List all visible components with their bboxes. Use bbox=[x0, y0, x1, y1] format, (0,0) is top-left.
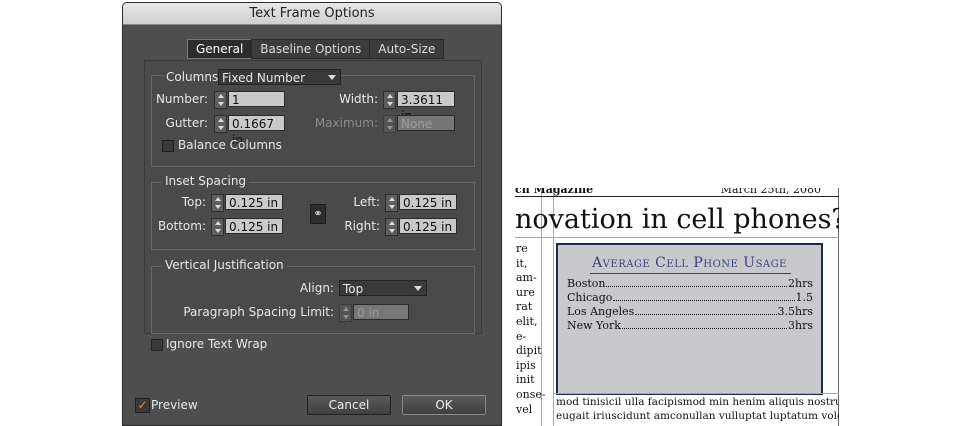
city-name: Chicago bbox=[567, 291, 613, 304]
headline-rule bbox=[515, 237, 839, 238]
vertical-justification-title: Vertical Justification bbox=[162, 258, 287, 272]
columns-type-select[interactable]: Fixed Number bbox=[218, 69, 341, 85]
text-line: re bbox=[516, 242, 528, 255]
preview-checkbox[interactable]: ✓ bbox=[135, 398, 150, 413]
frame-top-edge bbox=[554, 393, 839, 394]
left-label: Left: bbox=[353, 195, 380, 209]
text-line: onse- bbox=[516, 387, 546, 401]
left-input[interactable]: 0.125 in bbox=[399, 194, 457, 210]
left-stepper[interactable] bbox=[385, 194, 398, 212]
right-stepper[interactable] bbox=[385, 218, 398, 236]
body-text-line: eugait iriuscidunt amconullan vulluptat … bbox=[556, 410, 839, 422]
box-title-underline bbox=[590, 273, 791, 274]
usage-value: 2hrs bbox=[788, 277, 813, 290]
width-input[interactable]: 3.3611 in bbox=[397, 91, 455, 123]
leader-dots bbox=[635, 305, 777, 315]
usage-row: Chicago 1.5 bbox=[567, 291, 813, 304]
leader-dots bbox=[606, 277, 787, 287]
text-line: e- bbox=[516, 329, 527, 343]
maximum-label: Maximum: bbox=[314, 116, 378, 130]
usage-row: Boston 2hrs bbox=[567, 277, 813, 290]
maximum-stepper bbox=[383, 115, 396, 133]
box-title: Average Cell Phone Usage bbox=[592, 255, 787, 271]
usage-value: 3.5hrs bbox=[777, 305, 813, 318]
text-line: it, bbox=[516, 256, 528, 270]
chevron-down-icon bbox=[328, 75, 336, 80]
gutter-label: Gutter: bbox=[165, 116, 208, 130]
top-stepper[interactable] bbox=[211, 194, 224, 212]
body-text-line: mod tinisicil ulla facipismod min henim … bbox=[556, 396, 839, 408]
city-name: New York bbox=[567, 319, 621, 332]
paragraph-spacing-stepper bbox=[339, 304, 352, 322]
align-label: Align: bbox=[299, 281, 334, 295]
tab-general[interactable]: General bbox=[187, 39, 253, 59]
text-line: vel bbox=[516, 402, 533, 416]
columns-group: Columns: Fixed Number Number: 1 Width: 3… bbox=[151, 69, 475, 167]
headline: novation in cell phones? bbox=[515, 204, 839, 235]
number-stepper[interactable] bbox=[214, 91, 227, 109]
bottom-input[interactable]: 0.125 in bbox=[225, 218, 283, 234]
gutter-stepper[interactable] bbox=[214, 115, 227, 133]
text-line: rat bbox=[516, 300, 533, 314]
width-stepper[interactable] bbox=[383, 91, 396, 109]
chain-link-icon[interactable]: ⚭ bbox=[310, 204, 326, 224]
text-line: ure bbox=[516, 285, 535, 299]
text-line: init bbox=[516, 373, 535, 387]
issue-date: March 25th, 2080 bbox=[720, 188, 821, 196]
right-input[interactable]: 0.125 in bbox=[399, 218, 457, 234]
ignore-text-wrap-checkbox[interactable] bbox=[151, 339, 163, 351]
columns-label: Columns: bbox=[164, 70, 225, 84]
top-input[interactable]: 0.125 in bbox=[225, 194, 283, 210]
chevron-down-icon bbox=[414, 286, 422, 291]
usage-value: 3hrs bbox=[788, 319, 813, 332]
balance-columns-checkbox[interactable] bbox=[162, 140, 174, 152]
leader-dots bbox=[613, 291, 795, 301]
text-frame-options-dialog: Text Frame Options General Baseline Opti… bbox=[122, 2, 502, 426]
top-label: Top: bbox=[181, 195, 206, 209]
usage-row: Los Angeles 3.5hrs bbox=[567, 305, 813, 318]
usage-row: New York 3hrs bbox=[567, 319, 813, 332]
cell-phone-usage-box[interactable]: Average Cell Phone Usage Boston 2hrs Chic… bbox=[556, 243, 823, 395]
magazine-name: ch Magazine bbox=[515, 188, 594, 196]
city-name: Boston bbox=[567, 277, 606, 290]
columns-type-value: Fixed Number bbox=[222, 71, 306, 85]
bottom-stepper[interactable] bbox=[211, 218, 224, 236]
vertical-justification-group: Vertical Justification Align: Top Paragr… bbox=[151, 258, 475, 334]
text-line: dipit bbox=[516, 344, 542, 358]
general-panel: Columns: Fixed Number Number: 1 Width: 3… bbox=[144, 60, 482, 351]
ignore-text-wrap-label: Ignore Text Wrap bbox=[166, 337, 268, 351]
header-rule bbox=[515, 196, 839, 197]
text-line: am- bbox=[516, 271, 537, 285]
balance-columns-label: Balance Columns bbox=[178, 138, 282, 152]
align-select[interactable]: Top bbox=[339, 280, 427, 296]
bottom-label: Bottom: bbox=[157, 219, 206, 233]
leader-dots bbox=[621, 319, 787, 329]
inset-spacing-title: Inset Spacing bbox=[162, 174, 250, 188]
document-page: ch Magazine March 25th, 2080 novation in… bbox=[515, 188, 839, 426]
usage-value: 1.5 bbox=[795, 291, 814, 304]
tab-auto-size[interactable]: Auto-Size bbox=[369, 39, 445, 59]
text-line: elit, bbox=[516, 314, 538, 328]
maximum-input: None bbox=[397, 115, 455, 131]
tab-baseline-options[interactable]: Baseline Options bbox=[251, 39, 371, 59]
left-column-text: re it, am- ure rat elit, e- dipit ipis i… bbox=[516, 242, 546, 417]
paragraph-spacing-label: Paragraph Spacing Limit: bbox=[183, 305, 334, 319]
city-name: Los Angeles bbox=[567, 305, 635, 318]
width-label: Width: bbox=[339, 92, 378, 106]
ok-button[interactable]: OK bbox=[402, 395, 486, 415]
align-value: Top bbox=[343, 282, 364, 296]
inset-spacing-group: Inset Spacing Top: 0.125 in Bottom: 0.12… bbox=[151, 174, 475, 250]
tab-bar: General Baseline Options Auto-Size bbox=[187, 39, 445, 59]
number-input[interactable]: 1 bbox=[228, 91, 285, 107]
cancel-button[interactable]: Cancel bbox=[307, 395, 391, 415]
right-label: Right: bbox=[344, 219, 380, 233]
gutter-input[interactable]: 0.1667 in bbox=[228, 115, 285, 147]
preview-label: Preview bbox=[151, 398, 198, 412]
dialog-title: Text Frame Options bbox=[123, 3, 501, 25]
number-label: Number: bbox=[155, 92, 208, 106]
paragraph-spacing-input: 0 in bbox=[353, 304, 409, 320]
text-line: ipis bbox=[516, 358, 536, 372]
